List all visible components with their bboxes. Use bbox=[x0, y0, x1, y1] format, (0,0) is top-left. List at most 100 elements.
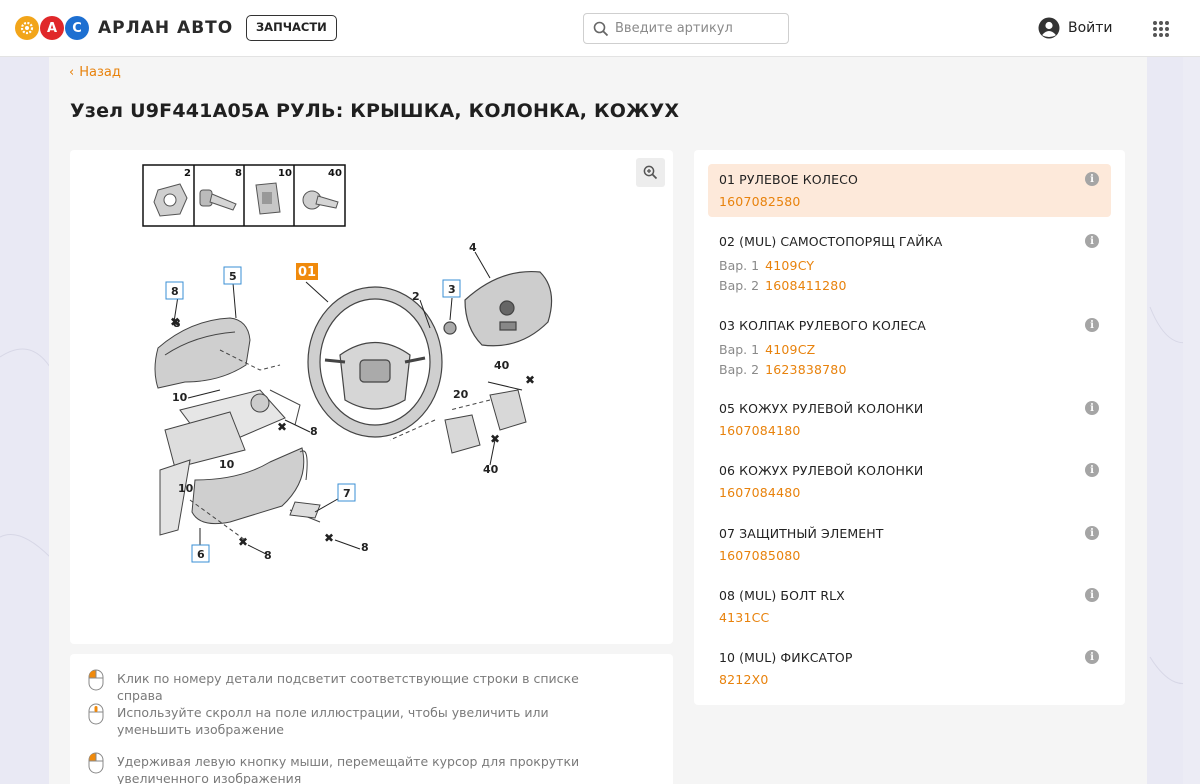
logo-letter-c: С bbox=[65, 16, 89, 40]
info-icon[interactable]: i bbox=[1085, 526, 1099, 540]
info-icon[interactable]: i bbox=[1085, 172, 1099, 186]
part-name: 07 ЗАЩИТНЫЙ ЭЛЕМЕНТ bbox=[719, 526, 884, 541]
login-button[interactable]: Войти bbox=[1038, 17, 1113, 39]
callout-label: 40 bbox=[494, 359, 510, 372]
page-title: Узел U9F441A05A РУЛЬ: КРЫШКА, КОЛОНКА, К… bbox=[70, 100, 680, 122]
part-number[interactable]: 1607084480 bbox=[719, 485, 1100, 500]
user-icon bbox=[1038, 17, 1060, 39]
tip-text: Удерживая левую кнопку мыши, перемещайте… bbox=[117, 754, 580, 784]
part-name: 01 РУЛЕВОЕ КОЛЕСО bbox=[719, 172, 858, 187]
part-number[interactable]: 1607084180 bbox=[719, 423, 1100, 438]
gear-logo-icon bbox=[15, 16, 39, 40]
thumb-label: 8 bbox=[235, 168, 242, 179]
logo-letter-a: А bbox=[40, 16, 64, 40]
login-label: Войти bbox=[1068, 20, 1113, 36]
chevron-left-icon: ‹ bbox=[69, 65, 75, 80]
search-icon bbox=[593, 21, 609, 36]
info-icon[interactable]: i bbox=[1085, 318, 1099, 332]
svg-text:✖: ✖ bbox=[525, 373, 535, 387]
svg-text:✖: ✖ bbox=[238, 535, 248, 549]
callout-label: 4 bbox=[469, 241, 477, 254]
part-name: 10 (MUL) ФИКСАТОР bbox=[719, 650, 853, 665]
part-number[interactable]: 1607082580 bbox=[719, 194, 1100, 209]
part-variant: Вар. 2 1608411280 bbox=[719, 278, 847, 293]
search-input[interactable] bbox=[615, 21, 775, 36]
part-row[interactable]: 05 КОЖУХ РУЛЕВОЙ КОЛОНКИ i 1607084180 bbox=[708, 393, 1111, 446]
main-content: ‹ Назад Узел U9F441A05A РУЛЬ: КРЫШКА, КО… bbox=[49, 57, 1147, 784]
mouse-scroll-icon bbox=[88, 703, 104, 725]
steering-wheel-drawing bbox=[307, 286, 443, 438]
tip-click: Клик по номеру детали подсветит соответс… bbox=[87, 669, 597, 704]
callout-label: 10 bbox=[178, 482, 194, 495]
brand-logo[interactable]: А С АРЛАН АВТО bbox=[15, 16, 233, 40]
callout-label: 20 bbox=[453, 388, 469, 401]
tip-drag: Удерживая левую кнопку мыши, перемещайте… bbox=[87, 752, 597, 784]
callout-label: 3 bbox=[448, 283, 456, 296]
info-icon[interactable]: i bbox=[1085, 463, 1099, 477]
part-number[interactable]: 4109CY bbox=[765, 258, 814, 273]
callout-label: 2 bbox=[412, 290, 420, 303]
part-name: 08 (MUL) БОЛТ RLX bbox=[719, 588, 845, 603]
usage-tips-panel: Клик по номеру детали подсветит соответс… bbox=[70, 654, 673, 784]
parts-list: 01 РУЛЕВОЕ КОЛЕСО i 1607082580 02 (MUL) … bbox=[694, 150, 1125, 705]
info-icon[interactable]: i bbox=[1085, 650, 1099, 664]
part-number[interactable]: 8212X0 bbox=[719, 672, 1100, 687]
part-name: 03 КОЛПАК РУЛЕВОГО КОЛЕСА bbox=[719, 318, 926, 333]
callout-label: 8 bbox=[264, 549, 272, 562]
callout-label: 40 bbox=[483, 463, 499, 476]
top-header: А С АРЛАН АВТО ЗАПЧАСТИ Войти bbox=[0, 0, 1200, 57]
part-row[interactable]: 03 КОЛПАК РУЛЕВОГО КОЛЕСА i Вар. 1 4109CZ… bbox=[708, 310, 1111, 385]
part-number[interactable]: 1623838780 bbox=[765, 362, 847, 377]
parts-button[interactable]: ЗАПЧАСТИ bbox=[246, 15, 337, 41]
info-icon[interactable]: i bbox=[1085, 401, 1099, 415]
svg-text:✖: ✖ bbox=[490, 432, 500, 446]
steering-column-drawing bbox=[154, 317, 321, 541]
part-name: 05 КОЖУХ РУЛЕВОЙ КОЛОНКИ bbox=[719, 401, 924, 416]
scroll-gutter bbox=[1183, 57, 1200, 784]
search-box[interactable] bbox=[583, 13, 789, 44]
back-link[interactable]: ‹ Назад bbox=[69, 65, 121, 80]
svg-text:✖: ✖ bbox=[170, 315, 180, 329]
part-number[interactable]: 1608411280 bbox=[765, 278, 847, 293]
apps-grid-icon[interactable] bbox=[1152, 20, 1170, 38]
mouse-click-icon bbox=[88, 669, 104, 691]
back-label: Назад bbox=[79, 65, 121, 80]
callout-label: 8 bbox=[361, 541, 369, 554]
callout-label: 10 bbox=[219, 458, 235, 471]
tip-text: Используйте скролл на поле иллюстрации, … bbox=[117, 705, 549, 737]
part-row[interactable]: 10 (MUL) ФИКСАТОР i 8212X0 bbox=[708, 642, 1111, 695]
part-variant: Вар. 1 4109CY bbox=[719, 258, 815, 273]
info-icon[interactable]: i bbox=[1085, 234, 1099, 248]
thumb-label: 40 bbox=[328, 168, 342, 179]
callout-label: 8 bbox=[310, 425, 318, 438]
svg-text:✖: ✖ bbox=[324, 531, 334, 545]
part-number[interactable]: 4109CZ bbox=[765, 342, 815, 357]
thumb-label: 10 bbox=[278, 168, 292, 179]
part-variant: Вар. 1 4109CZ bbox=[719, 342, 816, 357]
part-variant: Вар. 2 1623838780 bbox=[719, 362, 847, 377]
part-row[interactable]: 07 ЗАЩИТНЫЙ ЭЛЕМЕНТ i 1607085080 bbox=[708, 518, 1111, 571]
svg-text:✖: ✖ bbox=[277, 420, 287, 434]
part-row[interactable]: 01 РУЛЕВОЕ КОЛЕСО i 1607082580 bbox=[708, 164, 1111, 217]
part-number[interactable]: 1607085080 bbox=[719, 548, 1100, 563]
illustration-panel[interactable]: 2 8 10 40 01 2 3 4 5 6 7 8 8 8 8 8 10 10… bbox=[70, 150, 673, 644]
callout-label: 6 bbox=[197, 548, 205, 561]
part-row[interactable]: 08 (MUL) БОЛТ RLX i 4131CC bbox=[708, 580, 1111, 633]
callout-label: 01 bbox=[298, 265, 316, 280]
part-name: 06 КОЖУХ РУЛЕВОЙ КОЛОНКИ bbox=[719, 463, 924, 478]
part-row[interactable]: 06 КОЖУХ РУЛЕВОЙ КОЛОНКИ i 1607084480 bbox=[708, 455, 1111, 508]
info-icon[interactable]: i bbox=[1085, 588, 1099, 602]
callout-label: 7 bbox=[343, 487, 351, 500]
parts-diagram[interactable]: 2 8 10 40 01 2 3 4 5 6 7 8 8 8 8 8 10 10… bbox=[70, 150, 673, 644]
brand-name: АРЛАН АВТО bbox=[98, 18, 234, 38]
callout-label: 5 bbox=[229, 270, 237, 283]
part-number[interactable]: 4131CC bbox=[719, 610, 1100, 625]
tip-scroll: Используйте скролл на поле иллюстрации, … bbox=[87, 703, 597, 738]
callout-label: 10 bbox=[172, 391, 188, 404]
tip-text: Клик по номеру детали подсветит соответс… bbox=[117, 671, 579, 703]
mouse-drag-icon bbox=[88, 752, 104, 774]
part-row[interactable]: 02 (MUL) САМОСТОПОРЯЩ ГАЙКА i Вар. 1 4109… bbox=[708, 226, 1111, 301]
callout-label: 8 bbox=[171, 285, 179, 298]
part-name: 02 (MUL) САМОСТОПОРЯЩ ГАЙКА bbox=[719, 234, 943, 249]
thumb-label: 2 bbox=[184, 168, 191, 179]
